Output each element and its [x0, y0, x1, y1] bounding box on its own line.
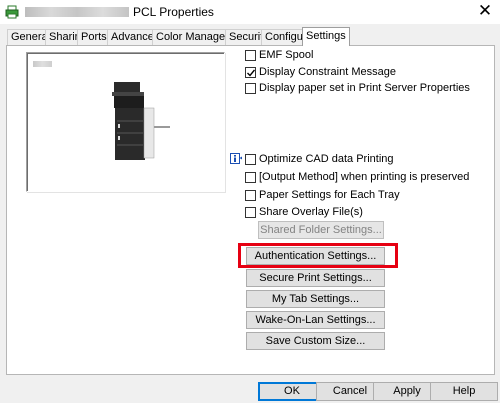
share-overlay-label: Share Overlay File(s) — [259, 206, 363, 218]
display-constraint-message-checkbox[interactable] — [245, 67, 256, 78]
paper-settings-each-tray-checkbox[interactable] — [245, 190, 256, 201]
redacted-model-label — [33, 61, 52, 67]
redacted-printer-name — [25, 7, 129, 17]
my-tab-settings-button[interactable]: My Tab Settings... — [246, 290, 385, 308]
output-method-preserved-checkbox[interactable] — [245, 172, 256, 183]
tab-ports[interactable]: Ports — [77, 29, 111, 45]
save-custom-size-button[interactable]: Save Custom Size... — [246, 332, 385, 350]
share-overlay-checkbox[interactable] — [245, 207, 256, 218]
printer-image — [112, 82, 170, 160]
emf-spool-label: EMF Spool — [259, 49, 314, 61]
tab-settings[interactable]: Settings — [302, 27, 350, 46]
window-title: PCL Properties — [133, 5, 214, 19]
display-constraint-message-label: Display Constraint Message — [259, 66, 396, 78]
close-button[interactable]: ✕ — [470, 0, 500, 24]
info-icon — [230, 153, 242, 164]
shared-folder-settings-button[interactable]: Shared Folder Settings... — [258, 221, 384, 239]
authentication-settings-button[interactable]: Authentication Settings... — [246, 247, 385, 265]
optimize-cad-label: Optimize CAD data Printing — [259, 153, 394, 165]
wake-on-lan-settings-button[interactable]: Wake-On-Lan Settings... — [246, 311, 385, 329]
help-button[interactable]: Help — [430, 382, 498, 401]
output-method-preserved-label: [Output Method] when printing is preserv… — [259, 171, 470, 183]
optimize-cad-checkbox[interactable] — [245, 154, 256, 165]
emf-spool-checkbox[interactable] — [245, 50, 256, 61]
display-paper-set-label: Display paper set in Print Server Proper… — [259, 82, 470, 94]
display-paper-set-checkbox[interactable] — [245, 83, 256, 94]
paper-settings-each-tray-label: Paper Settings for Each Tray — [259, 189, 400, 201]
printer-app-icon — [5, 5, 19, 19]
checkmark-icon — [247, 69, 255, 77]
secure-print-settings-button[interactable]: Secure Print Settings... — [246, 269, 385, 287]
